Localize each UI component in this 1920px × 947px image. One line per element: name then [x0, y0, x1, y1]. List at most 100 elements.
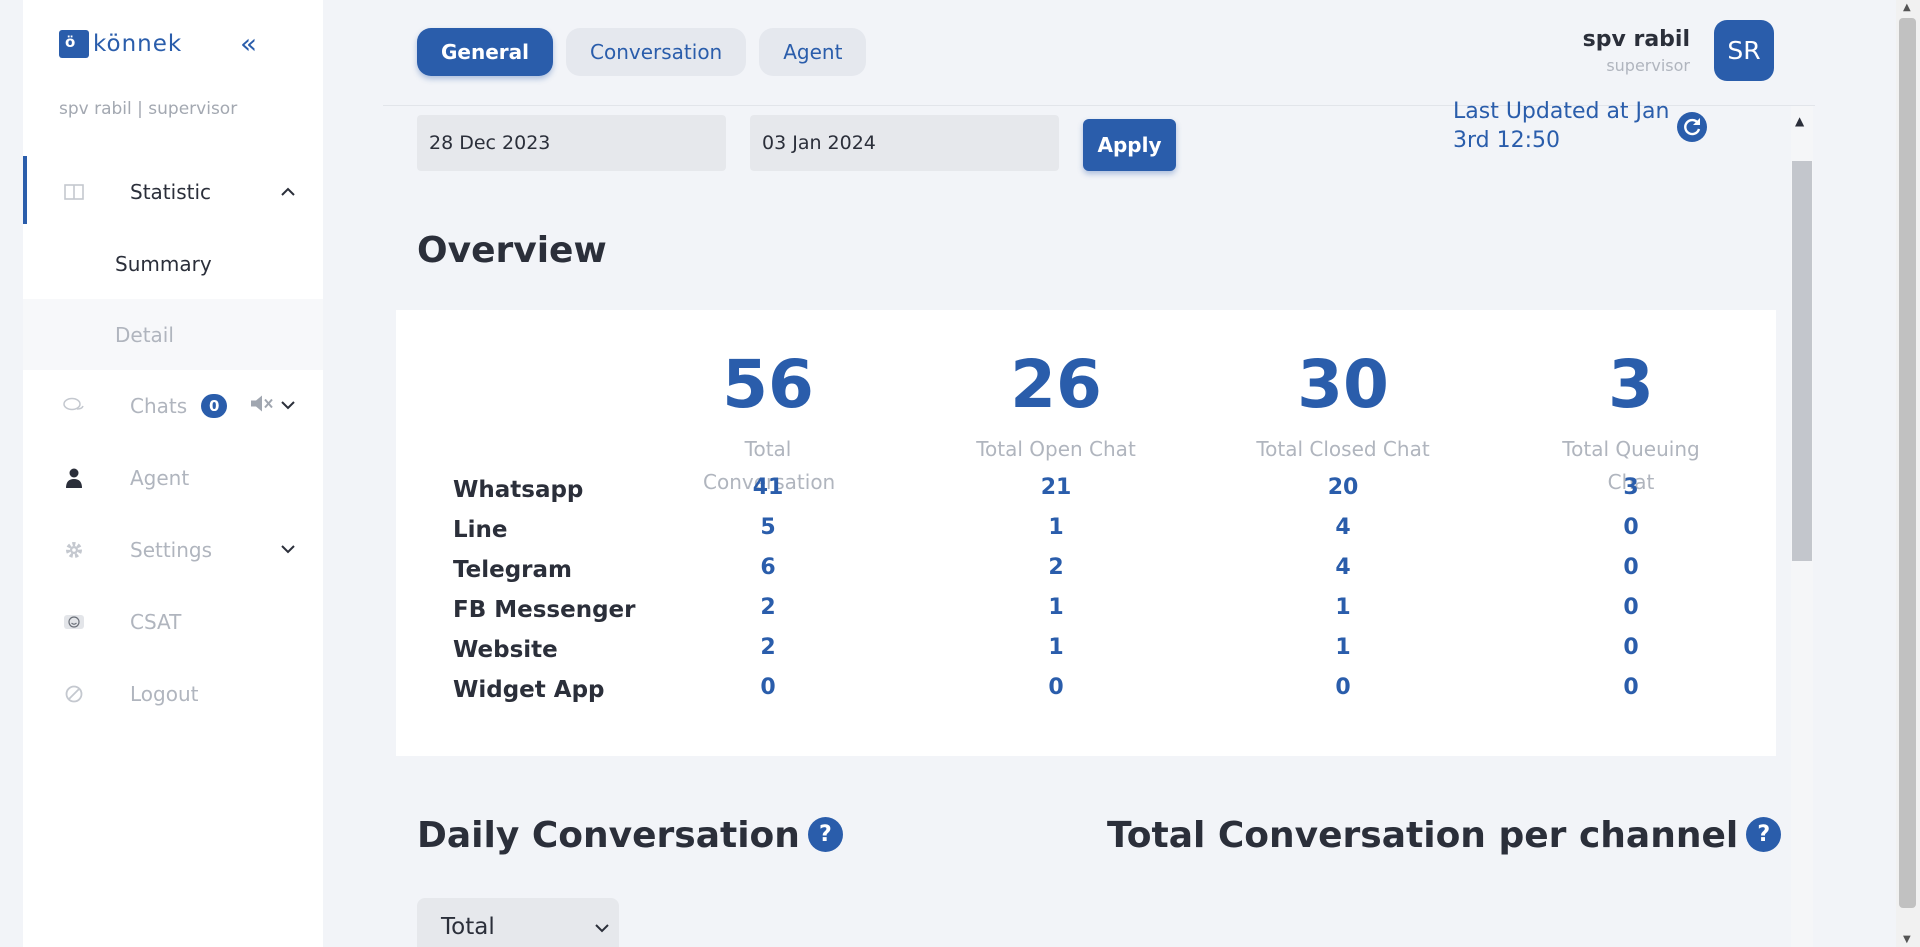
scroll-up-arrow-icon[interactable]: ▲ — [1903, 2, 1911, 13]
last-updated-text: Last Updated at Jan 3rd 12:50 — [1453, 99, 1670, 153]
channel-name: Website — [453, 637, 558, 663]
per-channel-title: Total Conversation per channel — [1107, 815, 1739, 856]
sidebar-subitem-summary[interactable]: Summary — [23, 228, 323, 299]
channel-value: 0 — [1623, 635, 1639, 660]
channel-value: 0 — [1048, 675, 1064, 700]
start-date-input[interactable]: 28 Dec 2023 — [417, 115, 726, 171]
daily-conversation-select[interactable]: Total — [417, 898, 619, 947]
channel-value: 21 — [1040, 475, 1072, 500]
tab-conversation[interactable]: Conversation — [566, 28, 747, 76]
channel-value: 6 — [760, 555, 776, 580]
chevron-down-icon — [595, 918, 609, 937]
channel-value: 0 — [760, 675, 776, 700]
channel-name: Line — [453, 517, 508, 543]
chat-bubbles-icon — [63, 395, 85, 417]
daily-conversation-title: Daily Conversation — [417, 815, 800, 856]
channel-value: 2 — [760, 595, 776, 620]
chevron-down-icon[interactable] — [281, 398, 295, 414]
sidebar-item-settings[interactable]: Settings — [23, 514, 323, 586]
profile-text: spv rabil supervisor — [1583, 27, 1690, 75]
refresh-icon[interactable] — [1677, 112, 1707, 142]
channel-value: 1 — [1048, 635, 1064, 660]
overview-card: 56 Total Conversation 26 Total Open Chat… — [396, 310, 1776, 756]
page-scrollbar[interactable]: ▲ ▼ — [1896, 0, 1920, 947]
overview-title: Overview — [417, 230, 607, 271]
stat-value: 30 — [1297, 346, 1389, 423]
user-profile[interactable]: spv rabil supervisor SR — [1583, 20, 1774, 81]
channel-value: 3 — [1623, 475, 1639, 500]
stat-value: 26 — [1010, 346, 1102, 423]
profile-role: supervisor — [1606, 55, 1690, 75]
stat-value: 3 — [1608, 346, 1654, 423]
tab-agent[interactable]: Agent — [759, 28, 867, 76]
stat-label: Total Open Chat — [976, 437, 1136, 461]
select-value: Total — [441, 914, 495, 940]
avatar[interactable]: SR — [1714, 20, 1774, 81]
sidebar: ö könnek « spv rabil | supervisor Statis… — [23, 0, 323, 947]
channel-name: Whatsapp — [453, 477, 584, 503]
channel-name: Widget App — [453, 677, 605, 703]
scroll-up-arrow-icon[interactable]: ▲ — [1795, 114, 1804, 128]
sidebar-item-label: Chats — [130, 394, 188, 418]
stat-label: Total Closed Chat — [1256, 437, 1430, 461]
tab-general[interactable]: General — [417, 28, 553, 76]
scrollbar-thumb[interactable] — [1792, 161, 1812, 561]
scroll-down-arrow-icon[interactable]: ▼ — [1903, 934, 1911, 945]
channel-value: 1 — [1335, 595, 1351, 620]
channel-value: 1 — [1048, 595, 1064, 620]
stat-total-open-chat: 26 Total Open Chat — [956, 352, 1156, 466]
daily-conversation-heading: Daily Conversation? — [417, 815, 843, 856]
chats-count-badge: 0 — [201, 394, 228, 418]
sidebar-item-chats[interactable]: Chats 0 — [23, 370, 323, 442]
per-channel-heading: Total Conversation per channel? — [1107, 815, 1782, 856]
channel-value: 20 — [1327, 475, 1359, 500]
gear-icon — [63, 539, 85, 561]
apply-button[interactable]: Apply — [1083, 119, 1176, 171]
help-icon[interactable]: ? — [807, 817, 843, 852]
sidebar-item-logout[interactable]: Logout — [23, 658, 323, 730]
sidebar-user-line: spv rabil | supervisor — [59, 99, 238, 119]
speaker-mute-icon[interactable] — [249, 394, 273, 419]
sidebar-item-label: Statistic — [130, 180, 212, 204]
sidebar-item-agent[interactable]: Agent — [23, 442, 323, 514]
sidebar-item-statistic[interactable]: Statistic — [23, 156, 323, 228]
scrollbar-thumb[interactable] — [1899, 18, 1916, 908]
channel-name: FB Messenger — [453, 597, 636, 623]
sidebar-item-csat[interactable]: CSAT — [23, 586, 323, 658]
channel-value: 2 — [760, 635, 776, 660]
end-date-input[interactable]: 03 Jan 2024 — [750, 115, 1059, 171]
sidebar-subitem-detail[interactable]: Detail — [23, 299, 323, 370]
help-icon[interactable]: ? — [1746, 817, 1782, 852]
stat-value: 56 — [722, 346, 814, 423]
channel-value: 1 — [1335, 635, 1351, 660]
channel-value: 4 — [1335, 555, 1351, 580]
sidebar-item-label: Settings — [130, 538, 213, 562]
content-scrollbar[interactable]: ▲ — [1791, 106, 1813, 947]
collapse-sidebar-icon[interactable]: « — [240, 30, 257, 58]
columns-icon — [63, 181, 85, 203]
profile-name: spv rabil — [1582, 26, 1690, 52]
channel-value: 0 — [1623, 515, 1639, 540]
sidebar-item-label: CSAT — [130, 610, 182, 634]
top-bar: General Conversation Agent spv rabil sup… — [383, 0, 1815, 106]
channel-name: Telegram — [453, 557, 573, 583]
channel-value: 4 — [1335, 515, 1351, 540]
chevron-down-icon[interactable] — [281, 542, 295, 558]
channel-value: 0 — [1623, 595, 1639, 620]
brand-logo[interactable]: ö könnek — [56, 30, 183, 62]
statistic-tabs: General Conversation Agent — [417, 28, 867, 76]
channel-value: 1 — [1048, 515, 1064, 540]
channel-value: 0 — [1623, 675, 1639, 700]
logo-mark: ö — [56, 30, 90, 62]
smiley-icon — [63, 611, 85, 633]
channel-value: 0 — [1335, 675, 1351, 700]
sidebar-item-label: Agent — [130, 466, 190, 490]
chevron-up-icon[interactable] — [281, 184, 295, 200]
brand-name: könnek — [93, 31, 183, 57]
sidebar-item-label: Logout — [130, 682, 199, 706]
statistic-subnav: Summary Detail — [23, 228, 323, 370]
channel-value: 5 — [760, 515, 776, 540]
person-icon — [63, 467, 85, 489]
channel-value: 0 — [1623, 555, 1639, 580]
logout-icon — [63, 683, 85, 705]
